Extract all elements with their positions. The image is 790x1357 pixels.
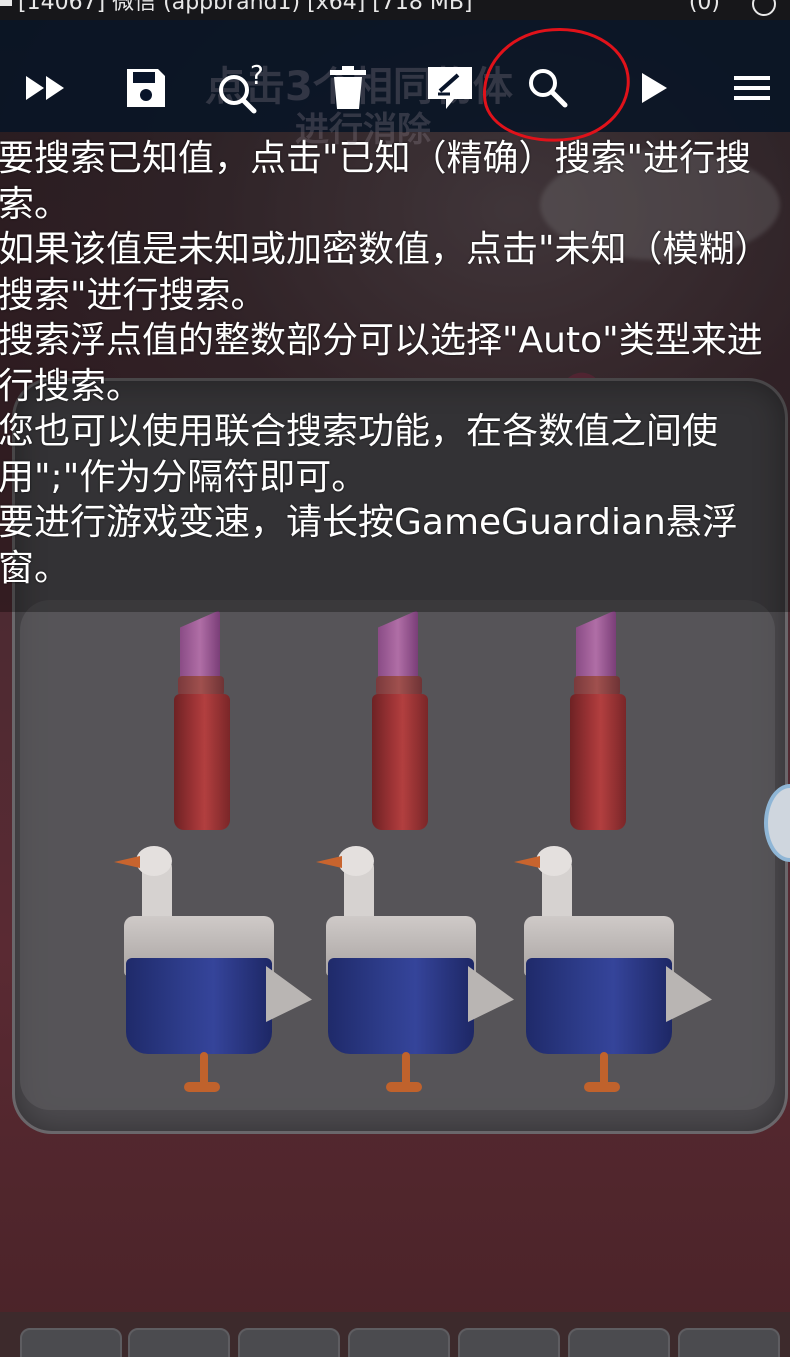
speedhack-button[interactable] — [16, 58, 76, 118]
help-line: 如果该值是未知或加密数值，点击"未知（模糊）搜索"进行搜索。 — [0, 229, 771, 316]
svg-text:?: ? — [250, 62, 264, 91]
collection-slot — [458, 1328, 560, 1357]
collection-slot — [128, 1328, 230, 1357]
collection-slot — [348, 1328, 450, 1357]
play-icon — [642, 73, 667, 103]
trash-icon — [330, 66, 366, 109]
delete-button[interactable] — [318, 58, 378, 118]
goose-pot-item[interactable] — [514, 846, 714, 1106]
search-question-icon: ? — [219, 62, 264, 114]
help-line: 要进行游戏变速，请长按GameGuardian悬浮窗。 — [0, 502, 738, 589]
help-line: 您也可以使用联合搜索功能，在各数值之间使用";"作为分隔符即可。 — [0, 411, 719, 498]
screen: 要搜索已知值，点击"已知（精确）搜索"进行搜索。 如果该值是未知或加密数值，点击… — [0, 0, 790, 1357]
goose-pot-item[interactable] — [114, 846, 314, 1106]
fuzzy-search-button[interactable]: ? — [214, 58, 274, 118]
lipstick-item[interactable] — [172, 610, 232, 830]
search-icon — [529, 69, 568, 108]
status-bar: [14067] 微信 (appbrand1) [x64] [718 MB] (0… — [0, 0, 790, 20]
play-button[interactable] — [624, 58, 684, 118]
edit-button[interactable] — [420, 58, 480, 118]
collection-slot — [678, 1328, 780, 1357]
help-line: 搜索浮点值的整数部分可以选择"Auto"类型来进行搜索。 — [0, 320, 763, 407]
menu-button[interactable] — [722, 58, 782, 118]
fast-forward-icon — [26, 76, 64, 100]
save-icon — [127, 69, 165, 107]
menu-icon — [734, 76, 770, 100]
collection-slot — [238, 1328, 340, 1357]
collection-slot — [568, 1328, 670, 1357]
back-icon[interactable] — [0, 0, 12, 6]
status-count: (0) — [688, 0, 720, 15]
goose-pot-item[interactable] — [316, 846, 516, 1106]
search-button[interactable] — [518, 58, 578, 118]
edit-icon — [428, 67, 472, 109]
save-button[interactable] — [116, 58, 176, 118]
toolbar: 点击3个相同物体 进行消除 ? — [0, 20, 790, 150]
lipstick-item[interactable] — [370, 610, 430, 830]
collection-slot — [20, 1328, 122, 1357]
lipstick-item[interactable] — [568, 610, 628, 830]
settings-icon[interactable] — [752, 0, 776, 16]
help-text: 要搜索已知值，点击"已知（精确）搜索"进行搜索。 如果该值是未知或加密数值，点击… — [0, 136, 790, 591]
process-info: [14067] 微信 (appbrand1) [x64] [718 MB] — [18, 0, 473, 15]
